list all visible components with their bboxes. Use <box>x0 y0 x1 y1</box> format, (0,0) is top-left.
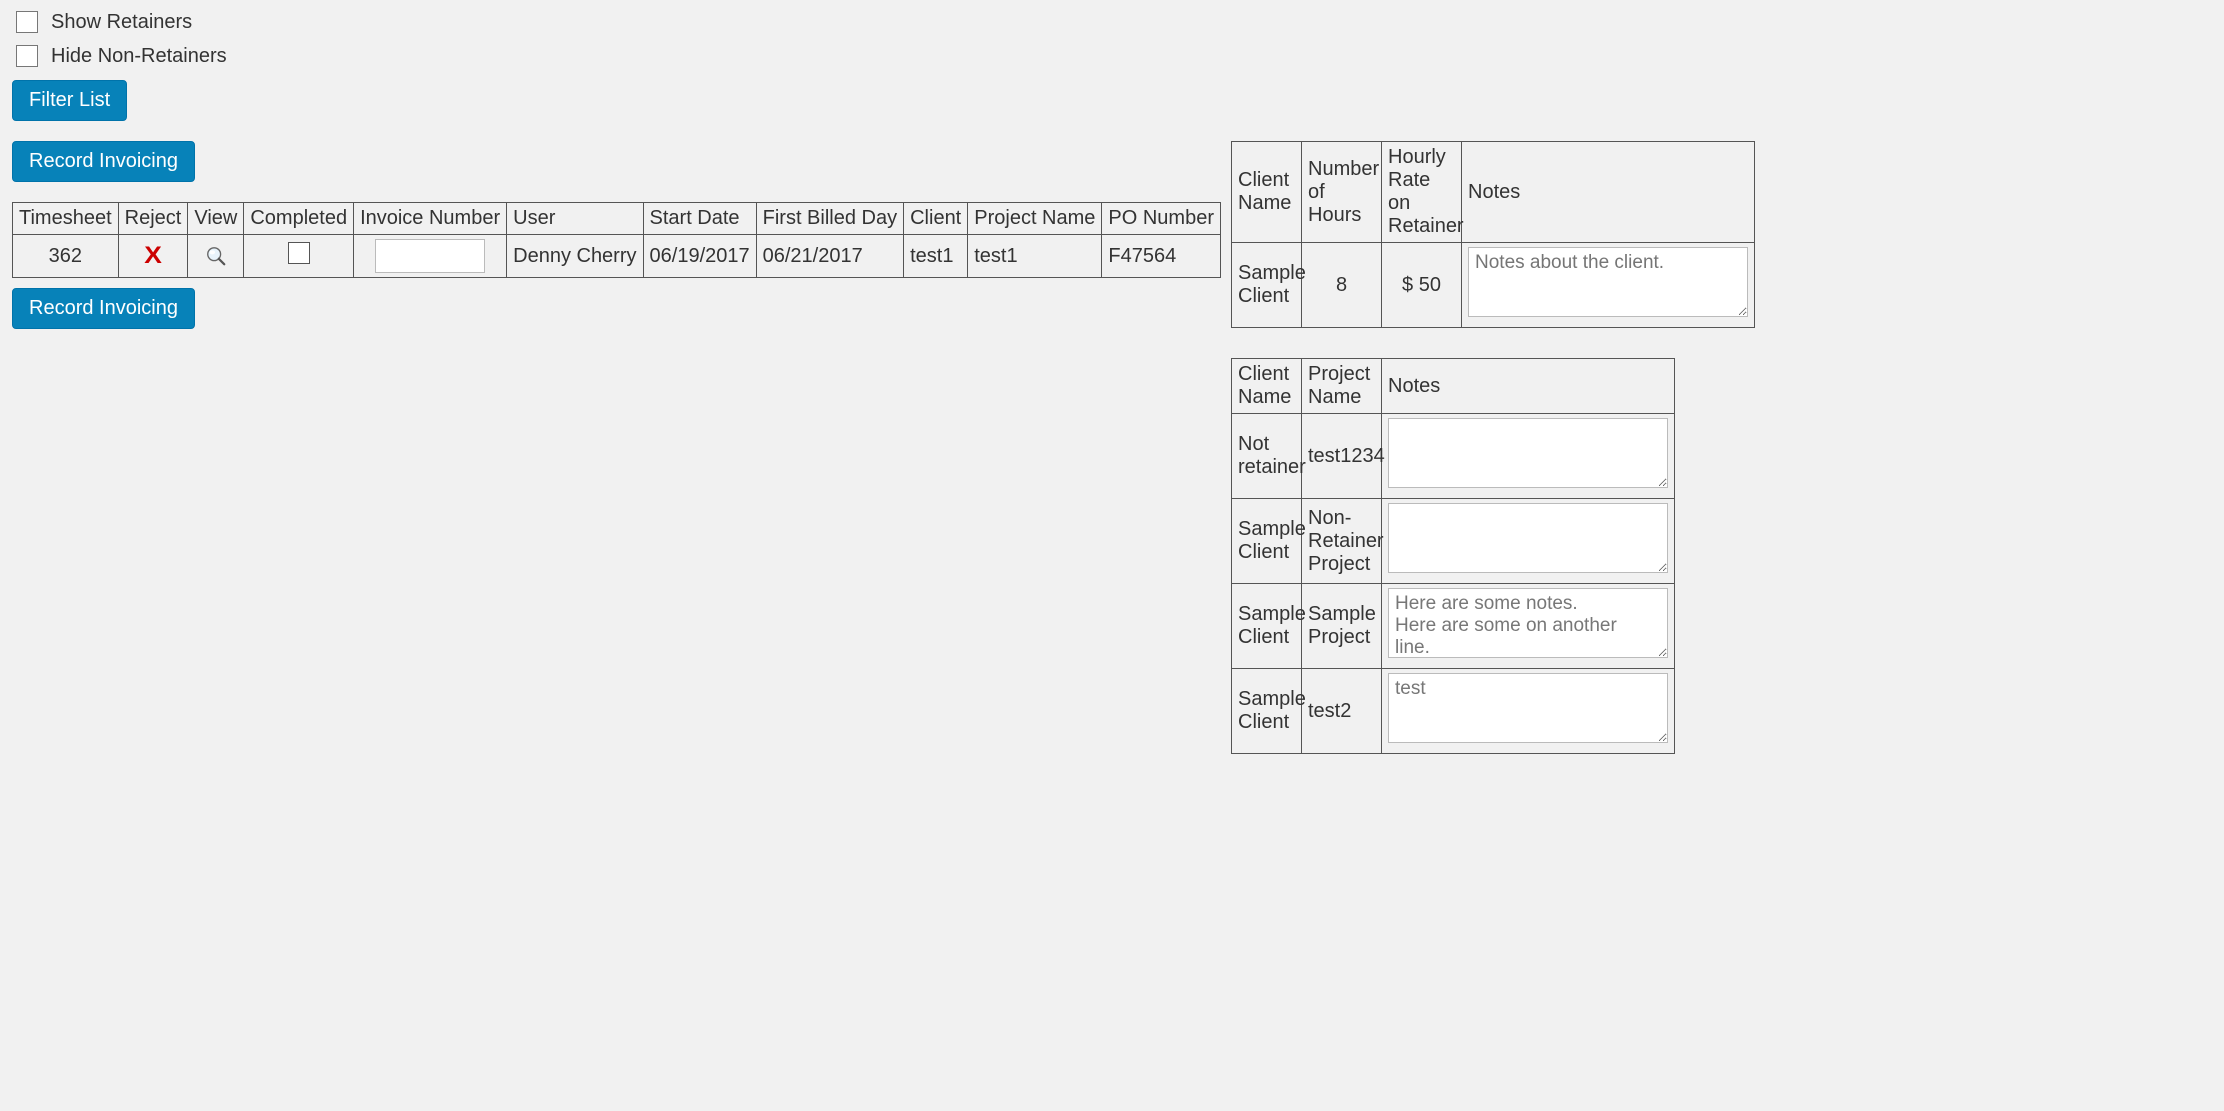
retainer-notes-input[interactable] <box>1468 247 1748 317</box>
table-row: Sample Client Sample Project <box>1232 584 1675 669</box>
retainer-table: Client Name Number of Hours Hourly Rate … <box>1231 141 1755 328</box>
cell-client-name: Not retainer <box>1232 414 1302 499</box>
col-notes: Notes <box>1462 142 1755 243</box>
record-invoicing-button-bottom[interactable]: Record Invoicing <box>12 288 195 329</box>
hide-non-retainers-checkbox[interactable] <box>16 45 38 67</box>
cell-client-name: Sample Client <box>1232 243 1302 328</box>
timesheet-table: Timesheet Reject View Completed Invoice … <box>12 202 1221 278</box>
cell-client: test1 <box>904 235 968 278</box>
col-project-name: Project Name <box>1302 359 1382 414</box>
table-row: Not retainer test1234 <box>1232 414 1675 499</box>
col-invoice-number: Invoice Number <box>354 203 507 235</box>
col-reject: Reject <box>118 203 188 235</box>
record-invoicing-button-top[interactable]: Record Invoicing <box>12 141 195 182</box>
reject-icon[interactable]: X <box>144 242 162 270</box>
cell-rate: $ 50 <box>1382 243 1462 328</box>
cell-po: F47564 <box>1102 235 1221 278</box>
show-retainers-label: Show Retainers <box>51 11 192 34</box>
table-row: Sample Client test2 <box>1232 669 1675 754</box>
col-timesheet: Timesheet <box>13 203 119 235</box>
col-view: View <box>188 203 244 235</box>
col-hours: Number of Hours <box>1302 142 1382 243</box>
project-notes-input[interactable] <box>1388 673 1668 743</box>
cell-project: test1 <box>968 235 1102 278</box>
table-row: Sample Client Non-Retainer Project <box>1232 499 1675 584</box>
cell-client-name: Sample Client <box>1232 669 1302 754</box>
cell-client-name: Sample Client <box>1232 584 1302 669</box>
cell-client-name: Sample Client <box>1232 499 1302 584</box>
col-client-name: Client Name <box>1232 142 1302 243</box>
show-retainers-checkbox[interactable] <box>16 11 38 33</box>
completed-checkbox[interactable] <box>288 242 310 264</box>
col-first-billed-day: First Billed Day <box>756 203 903 235</box>
col-client: Client <box>904 203 968 235</box>
col-po-number: PO Number <box>1102 203 1221 235</box>
table-row: Sample Client 8 $ 50 <box>1232 243 1755 328</box>
cell-user: Denny Cherry <box>507 235 643 278</box>
col-rate: Hourly Rate on Retainer <box>1382 142 1462 243</box>
cell-project-name: Sample Project <box>1302 584 1382 669</box>
col-notes: Notes <box>1382 359 1675 414</box>
col-completed: Completed <box>244 203 354 235</box>
cell-project-name: Non-Retainer Project <box>1302 499 1382 584</box>
col-start-date: Start Date <box>643 203 756 235</box>
col-user: User <box>507 203 643 235</box>
col-project-name: Project Name <box>968 203 1102 235</box>
project-notes-input[interactable] <box>1388 588 1668 658</box>
hide-non-retainers-label: Hide Non-Retainers <box>51 45 227 68</box>
table-row: 362 X <box>13 235 1221 278</box>
cell-start-date: 06/19/2017 <box>643 235 756 278</box>
project-notes-input[interactable] <box>1388 503 1668 573</box>
invoice-number-input[interactable] <box>375 239 485 273</box>
cell-project-name: test1234 <box>1302 414 1382 499</box>
project-notes-input[interactable] <box>1388 418 1668 488</box>
view-icon[interactable] <box>205 245 227 267</box>
cell-project-name: test2 <box>1302 669 1382 754</box>
cell-timesheet: 362 <box>13 235 119 278</box>
filter-list-button[interactable]: Filter List <box>12 80 127 121</box>
cell-first-billed-day: 06/21/2017 <box>756 235 903 278</box>
projects-table: Client Name Project Name Notes Not retai… <box>1231 358 1675 754</box>
col-client-name: Client Name <box>1232 359 1302 414</box>
cell-hours: 8 <box>1302 243 1382 328</box>
